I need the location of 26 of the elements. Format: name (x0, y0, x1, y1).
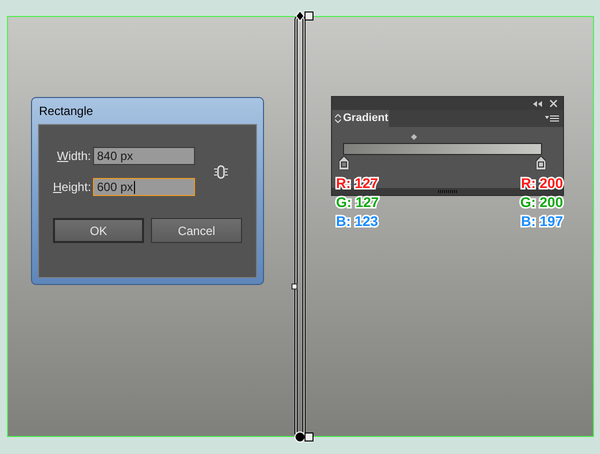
size-field[interactable]: 840 px (93, 147, 195, 165)
grip-icon[interactable] (438, 190, 458, 193)
gradient-slider[interactable] (343, 143, 542, 155)
close-icon[interactable] (550, 100, 557, 107)
midpoint-icon[interactable] (411, 134, 417, 140)
panel-menu-icon[interactable] (545, 115, 559, 123)
gradient-stop-icon[interactable] (339, 156, 349, 170)
panel-resize-bar[interactable] (332, 188, 563, 195)
size-field[interactable]: 600 px (93, 178, 195, 196)
field-label: Height: (53, 179, 91, 196)
color-value-label: G: 127 (336, 193, 379, 212)
dialog-title: Rectangle (38, 103, 94, 120)
link-icon[interactable] (213, 164, 229, 180)
color-value-label: B: 197 (520, 212, 563, 231)
color-value-label: B: 123 (336, 212, 378, 231)
gradient-stop-icon[interactable] (536, 156, 546, 170)
color-value-label: R: 127 (336, 174, 378, 193)
panel-tab[interactable]: Gradient (332, 110, 389, 127)
collapse-icon[interactable] (533, 100, 542, 106)
field-label: Width: (56, 148, 91, 165)
color-value-label: G: 200 (520, 193, 563, 212)
dialog-button[interactable]: OK (53, 218, 144, 243)
color-value-label: R: 200 (520, 174, 563, 193)
dialog-button[interactable]: Cancel (151, 218, 242, 243)
panel-tab-label: Gradient (343, 111, 388, 126)
expand-icon[interactable] (335, 114, 341, 123)
